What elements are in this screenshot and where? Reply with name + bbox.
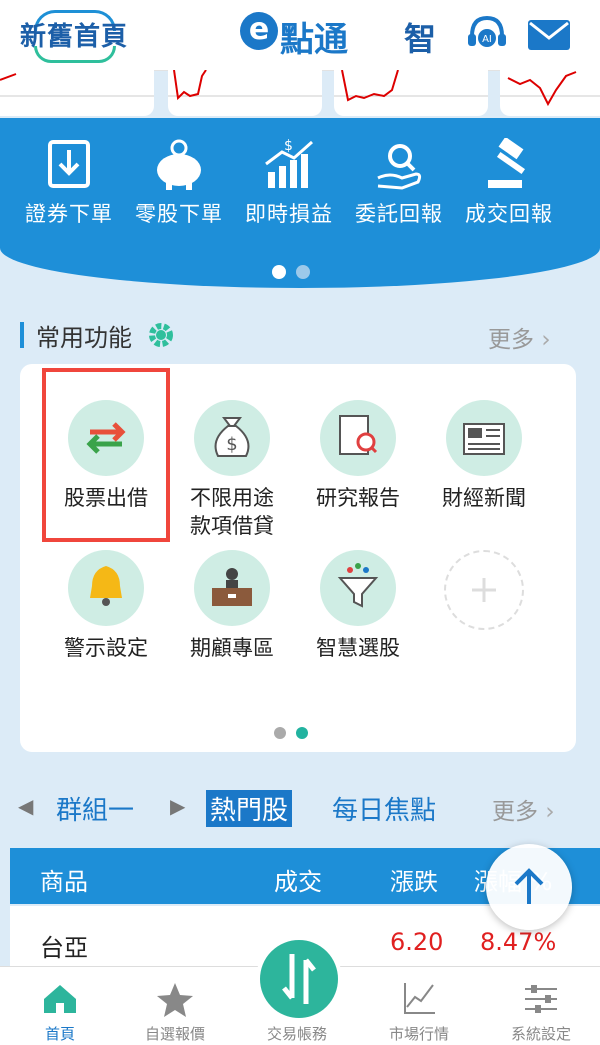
mini-chart-strip <box>0 70 600 118</box>
tile-advisory-zone[interactable]: 期顧專區 <box>172 550 292 662</box>
top-bar: 新舊首頁 e 點通 智 AI <box>0 0 600 71</box>
gear-icon[interactable] <box>146 320 176 350</box>
tab-hot-stocks[interactable]: 熱門股 <box>206 790 293 827</box>
market-more-link[interactable]: 更多 › <box>492 792 555 826</box>
pager-dot-active[interactable] <box>296 727 308 739</box>
nav-home[interactable]: 首頁 <box>0 967 120 1045</box>
common-pager <box>274 724 318 743</box>
nav-market[interactable]: 市場行情 <box>359 967 479 1045</box>
profit-chart-icon: $ <box>262 138 316 192</box>
gavel-icon <box>482 136 536 192</box>
nav-watchlist[interactable]: 自選報價 <box>115 967 235 1045</box>
quick-action-pager <box>272 264 320 283</box>
col-price[interactable]: 成交 <box>274 862 322 897</box>
tab-daily-focus[interactable]: 每日焦點 <box>332 790 436 827</box>
sliders-icon <box>525 985 557 1013</box>
tile-finance-news[interactable]: 財經新聞 <box>424 400 544 512</box>
tile-alert-settings[interactable]: 警示設定 <box>46 550 166 662</box>
ai-service-icon[interactable]: AI <box>466 14 508 54</box>
common-functions-title: 常用功能 <box>36 318 176 353</box>
mini-chart[interactable] <box>0 70 154 116</box>
stock-name: 台亞 <box>40 934 88 962</box>
search-hand-icon <box>372 138 426 192</box>
common-more-link[interactable]: 更多 › <box>488 320 551 354</box>
mini-chart[interactable] <box>500 70 600 116</box>
brand-logo: e 點通 <box>240 12 348 61</box>
prev-group-arrow[interactable]: ◀ <box>18 794 33 818</box>
mail-icon[interactable] <box>528 20 570 50</box>
old-new-home-toggle[interactable]: 新舊首頁 <box>16 10 128 63</box>
mini-chart[interactable] <box>168 70 322 116</box>
market-chart-icon <box>404 983 435 1014</box>
mini-chart[interactable] <box>334 70 488 116</box>
trade-arrows-icon <box>282 954 316 1004</box>
market-tabs: ◀ 群組一 ▶ 熱門股 每日焦點 更多 › <box>0 780 600 836</box>
tile-smart-stock-picker[interactable]: 智慧選股 <box>298 550 418 662</box>
advisor-desk-icon <box>194 550 270 626</box>
svg-text:$: $ <box>284 138 293 154</box>
pager-dot[interactable] <box>274 727 286 739</box>
col-name[interactable]: 商品 <box>40 862 88 897</box>
plus-icon <box>444 550 524 630</box>
highlight-box <box>42 368 170 542</box>
star-icon <box>157 983 193 1017</box>
quick-action-realtime-pnl[interactable]: $ 即時損益 <box>234 138 344 228</box>
arrow-up-icon <box>514 868 544 904</box>
next-group-arrow[interactable]: ▶ <box>170 794 185 818</box>
stock-change: 6.20 <box>390 928 444 956</box>
quick-action-stock-order[interactable]: 證券下單 <box>14 138 124 228</box>
quick-action-odd-lot-order[interactable]: 零股下單 <box>124 138 234 228</box>
refresh-arc-bottom <box>34 46 116 63</box>
bell-icon <box>68 550 144 626</box>
stock-pct: 8.47% <box>480 928 557 956</box>
newspaper-icon <box>446 400 522 476</box>
smart-button[interactable]: 智 <box>404 14 436 58</box>
quick-action-trade-report[interactable]: 成交回報 <box>454 136 564 228</box>
section-accent-bar <box>20 322 24 348</box>
svg-text:AI: AI <box>482 34 492 45</box>
nav-settings[interactable]: 系統設定 <box>481 967 600 1045</box>
trade-center-button[interactable] <box>256 936 342 1022</box>
quick-action-order-report[interactable]: 委託回報 <box>344 138 454 228</box>
funnel-icon <box>320 550 396 626</box>
scroll-to-top-button[interactable] <box>486 844 572 930</box>
download-order-icon <box>42 138 96 192</box>
tile-unrestricted-loan[interactable]: $ 不限用途 款項借貸 <box>172 400 292 540</box>
pager-dot-active[interactable] <box>272 265 286 279</box>
report-search-icon <box>320 400 396 476</box>
pager-dot[interactable] <box>296 265 310 279</box>
col-change[interactable]: 漲跌 <box>390 862 438 897</box>
add-function-button[interactable] <box>424 550 544 630</box>
tab-group-1[interactable]: 群組一 <box>56 790 134 827</box>
money-bag-icon: $ <box>194 400 270 476</box>
svg-text:$: $ <box>226 434 237 455</box>
piggy-bank-icon <box>152 138 206 192</box>
home-icon <box>44 985 76 1013</box>
tile-research-report[interactable]: 研究報告 <box>298 400 418 512</box>
